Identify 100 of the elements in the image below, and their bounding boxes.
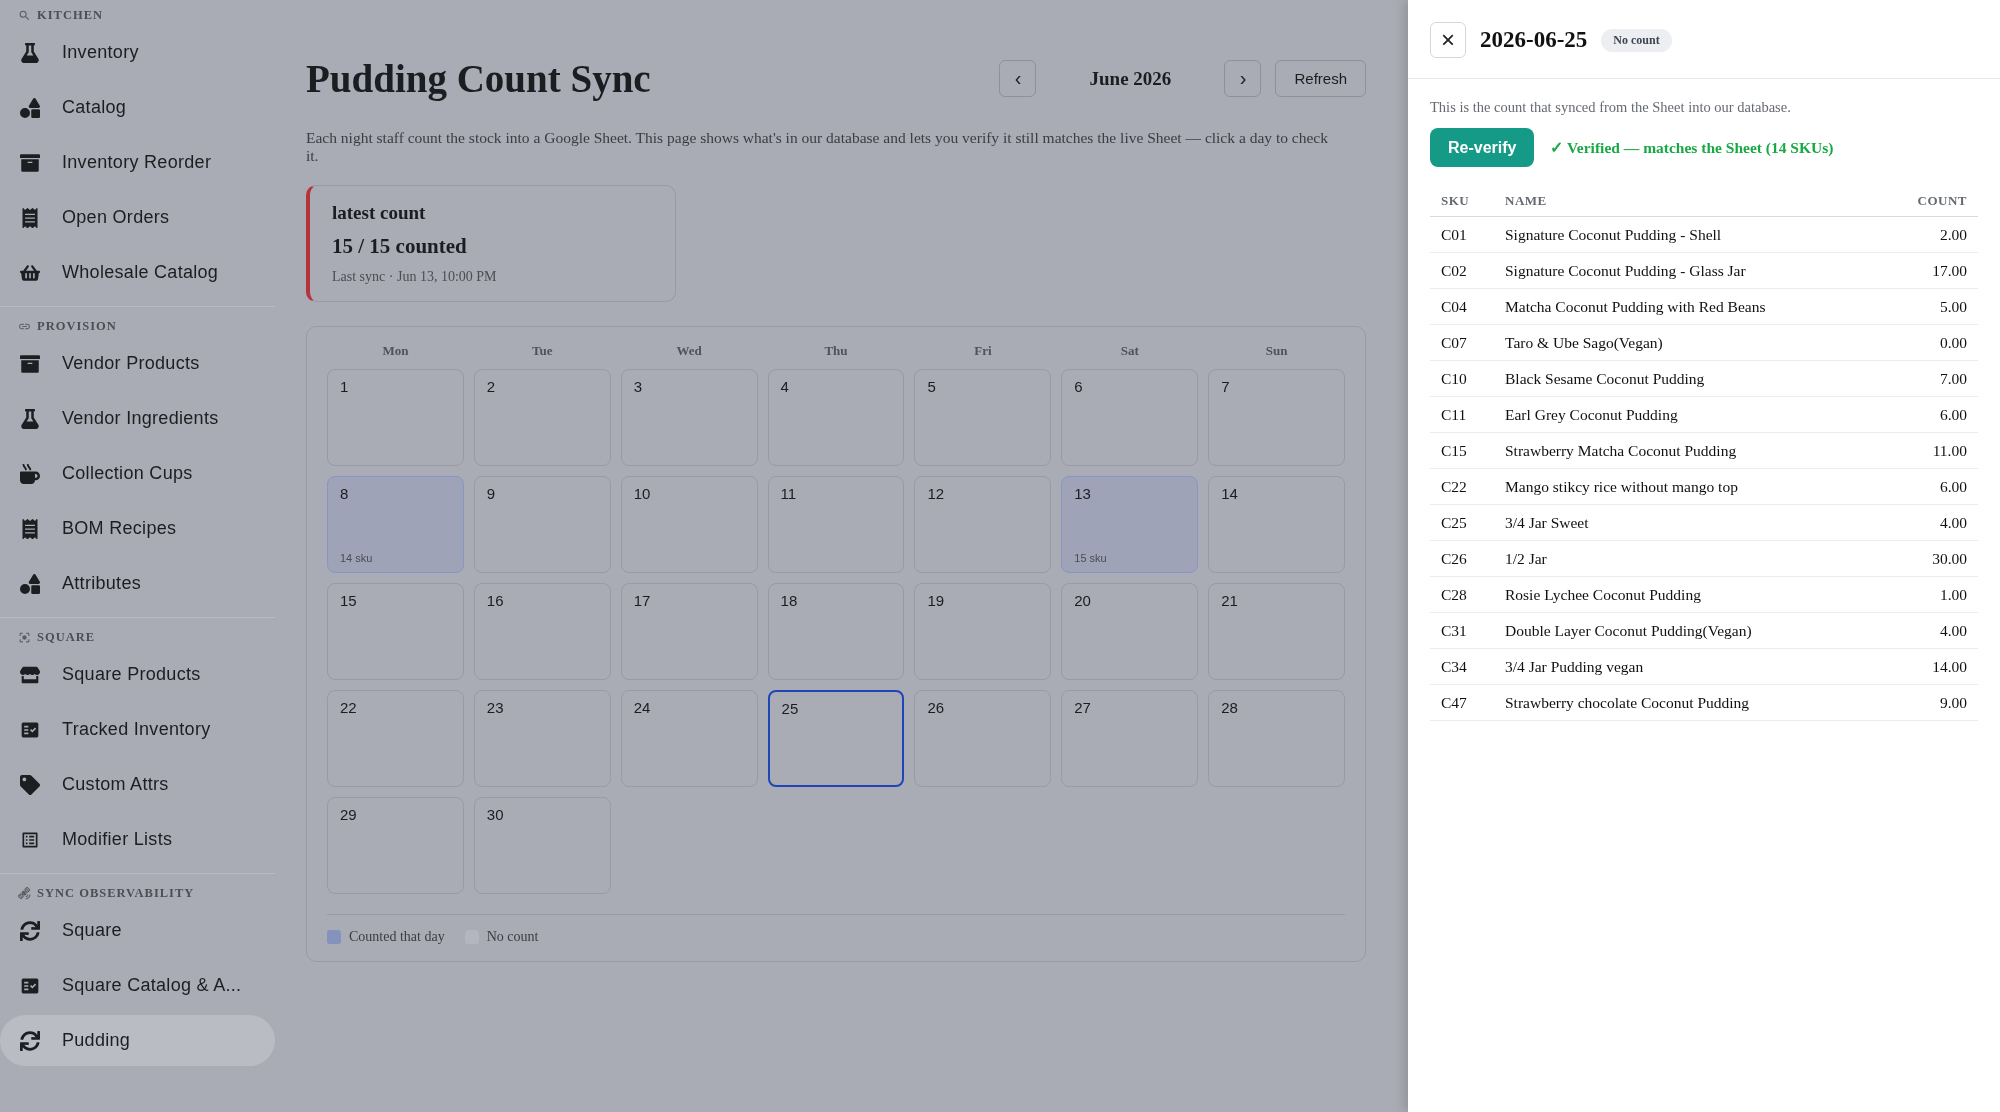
- flask-icon: [20, 408, 40, 429]
- sidebar-item-label: Square: [62, 920, 122, 941]
- day-cell[interactable]: 29: [327, 797, 464, 894]
- sidebar-item-label: Catalog: [62, 97, 127, 118]
- day-cell[interactable]: 6: [1061, 369, 1199, 466]
- next-month-button[interactable]: ›: [1224, 60, 1262, 97]
- day-number: 10: [633, 485, 651, 502]
- table-cell: C31: [1430, 612, 1494, 649]
- sidebar-item[interactable]: BOM Recipes: [0, 503, 275, 554]
- table-cell: Earl Grey Coconut Pudding: [1494, 396, 1881, 433]
- day-number: 4: [780, 378, 789, 395]
- day-number: 2: [486, 378, 496, 395]
- weekday-label: Wed: [675, 342, 703, 359]
- day-cell[interactable]: 19: [914, 583, 1052, 680]
- day-cell[interactable]: 3: [620, 369, 758, 466]
- table-cell: C34: [1430, 648, 1494, 685]
- day-cell[interactable]: 13 15 sku: [1061, 476, 1199, 573]
- day-cell[interactable]: 10: [620, 476, 758, 573]
- sku-count: 15 sku: [1074, 552, 1107, 564]
- day-cell[interactable]: 30: [473, 797, 611, 894]
- day-number: 14: [1221, 485, 1238, 502]
- day-cell[interactable]: 23: [473, 690, 611, 787]
- day-cell[interactable]: 27: [1061, 690, 1199, 787]
- day-number: 13: [1074, 485, 1091, 502]
- table-cell: Strawberry Matcha Coconut Pudding: [1494, 432, 1881, 469]
- sidebar-item[interactable]: Collection Cups: [0, 448, 275, 499]
- table-cell: 3/4 Jar Sweet: [1494, 504, 1881, 541]
- sidebar-item[interactable]: Tracked Inventory: [0, 704, 275, 755]
- day-cell[interactable]: 8 14 sku: [327, 476, 464, 573]
- table-cell: 0.00: [1880, 324, 1978, 361]
- sidebar-item[interactable]: Inventory: [0, 27, 275, 78]
- re-verify-button[interactable]: Re-verify: [1430, 128, 1535, 167]
- day-cell[interactable]: 9: [473, 476, 611, 573]
- day-cell[interactable]: 22: [327, 690, 464, 787]
- table-cell: 5.00: [1880, 288, 1978, 325]
- month-label: June 2026: [1088, 67, 1173, 90]
- status-badge: No count: [1601, 28, 1672, 52]
- sidebar-item[interactable]: Wholesale Catalog: [0, 247, 275, 298]
- day-cell[interactable]: 11: [767, 476, 905, 573]
- sidebar-item[interactable]: Catalog: [0, 82, 275, 133]
- previous-month-button[interactable]: ‹: [999, 60, 1037, 97]
- table-cell: 2.00: [1880, 216, 1978, 253]
- satellite-icon: [18, 887, 31, 900]
- day-number: 26: [927, 699, 945, 716]
- day-cell[interactable]: 4: [767, 369, 905, 466]
- sidebar-item[interactable]: Open Orders: [0, 192, 275, 243]
- day-cell[interactable]: 25: [767, 690, 905, 787]
- day-cell[interactable]: 15: [327, 583, 464, 680]
- sidebar-item[interactable]: Attributes: [0, 558, 275, 609]
- weekday-label: Thu: [823, 342, 849, 359]
- refresh-button[interactable]: Refresh: [1275, 60, 1366, 97]
- section-heading: KITCHEN: [37, 8, 104, 23]
- day-cell[interactable]: 20: [1061, 583, 1199, 680]
- day-cell[interactable]: 28: [1208, 690, 1345, 787]
- day-cell[interactable]: 5: [914, 369, 1052, 466]
- column-header: SKU: [1430, 183, 1494, 217]
- day-cell[interactable]: 24: [620, 690, 758, 787]
- sidebar-item-label: Modifier Lists: [62, 829, 173, 850]
- sidebar-item[interactable]: Square Products: [0, 649, 275, 700]
- day-number: 30: [486, 806, 504, 823]
- day-cell[interactable]: 12: [914, 476, 1052, 573]
- sidebar-item[interactable]: Pudding: [0, 1015, 275, 1066]
- sidebar-item[interactable]: Vendor Ingredients: [0, 393, 275, 444]
- table-cell: Double Layer Coconut Pudding(Vegan): [1494, 612, 1881, 649]
- section-heading: PROVISION: [37, 319, 117, 334]
- sidebar-item[interactable]: Square Catalog & A...: [0, 960, 275, 1011]
- day-cell[interactable]: 14: [1208, 476, 1345, 573]
- day-number: 19: [927, 592, 945, 609]
- legend-label: Counted that day: [349, 929, 445, 945]
- day-number: 12: [927, 485, 945, 502]
- sidebar-item[interactable]: Square: [0, 905, 275, 956]
- day-cell[interactable]: 7: [1208, 369, 1345, 466]
- day-number: 21: [1221, 592, 1238, 609]
- day-cell[interactable]: 18: [767, 583, 905, 680]
- table-cell: 3/4 Jar Pudding vegan: [1494, 648, 1881, 685]
- section-heading: SYNC OBSERVABILITY: [37, 886, 195, 901]
- table-cell: 1.00: [1880, 576, 1978, 613]
- day-cell[interactable]: 2: [473, 369, 611, 466]
- day-cell[interactable]: 16: [473, 583, 611, 680]
- sidebar-item[interactable]: Modifier Lists: [0, 814, 275, 865]
- sidebar-item[interactable]: Vendor Products: [0, 338, 275, 389]
- day-number: 24: [633, 699, 651, 716]
- day-cell[interactable]: 1: [327, 369, 464, 466]
- day-cell[interactable]: 21: [1208, 583, 1345, 680]
- sidebar-item[interactable]: Custom Attrs: [0, 759, 275, 810]
- sidebar-item-label: Square Catalog & A...: [62, 975, 242, 996]
- weekday-label: Sat: [1119, 342, 1140, 359]
- day-number: 22: [340, 699, 357, 716]
- sidebar-item[interactable]: Inventory Reorder: [0, 137, 275, 188]
- day-cell[interactable]: 17: [620, 583, 758, 680]
- sync-icon: [20, 920, 40, 941]
- close-button[interactable]: ×: [1430, 22, 1466, 58]
- day-cell[interactable]: 26: [914, 690, 1052, 787]
- sidebar-item-label: Vendor Products: [62, 353, 200, 374]
- sku-count: 14 sku: [340, 552, 373, 564]
- day-number: 11: [780, 485, 797, 502]
- last-sync-text: Last sync · Jun 13, 10:00 PM: [332, 269, 498, 285]
- drawer-date: 2026-06-25: [1480, 27, 1588, 53]
- day-number: 20: [1074, 592, 1091, 609]
- sidebar-item-label: Collection Cups: [62, 463, 193, 484]
